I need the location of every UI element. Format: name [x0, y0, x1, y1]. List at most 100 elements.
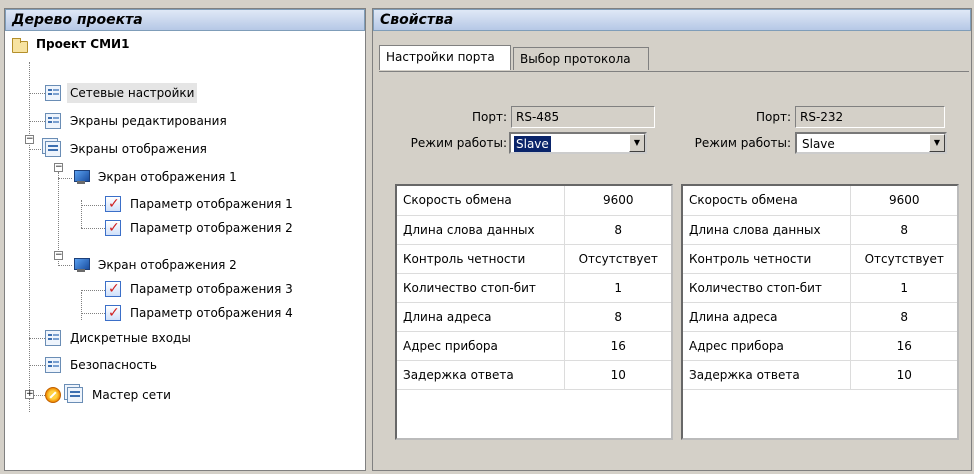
tree-item-param-1[interactable]: Параметр отображения 1 [105, 194, 296, 214]
checkbox-icon [105, 218, 121, 238]
forms-icon [67, 387, 83, 403]
tree-item-screen-1[interactable]: Экран отображения 1 [73, 167, 240, 187]
properties-header: Свойства [373, 9, 971, 31]
tree-item-param-3[interactable]: Параметр отображения 3 [105, 279, 296, 299]
right-parameters-table: Скорость обмена 9600 Длина слова данных 8 Ко… [681, 184, 959, 440]
tab-port-settings[interactable]: Настройки порта [379, 45, 511, 70]
tree-line [29, 365, 45, 366]
expand-toggle[interactable]: + [25, 390, 34, 399]
table-row[interactable]: Количество стоп-бит 1 [683, 273, 957, 303]
param-value[interactable]: 1 [850, 273, 957, 303]
tree-item-screen-2[interactable]: Экран отображения 2 [73, 255, 240, 275]
param-value[interactable]: 1 [564, 273, 671, 303]
table-row[interactable]: Задержка ответа 10 [683, 360, 957, 390]
project-tree-panel: Дерево проекта Проект СМИ1 Сетевые настр… [4, 8, 366, 471]
properties-panel: Свойства Настройки порта Выбор протокола… [372, 8, 972, 471]
port-label: Порт: [471, 110, 507, 124]
param-name: Скорость обмена [397, 186, 565, 216]
dropdown-arrow-icon[interactable]: ▼ [929, 134, 945, 152]
tree-item-security[interactable]: Безопасность [45, 355, 160, 375]
form-icon [45, 357, 61, 373]
param-name: Скорость обмена [683, 186, 851, 216]
tree-item-project[interactable]: Проект СМИ1 [11, 34, 132, 54]
tree-line [81, 228, 105, 229]
tree-item-param-2[interactable]: Параметр отображения 2 [105, 218, 296, 238]
param-value[interactable]: 8 [564, 215, 671, 245]
folder-icon [11, 36, 28, 53]
param-name: Контроль четности [683, 244, 851, 274]
port-settings-content: Порт: RS-485 Режим работы: Slave ▼ Порт:… [379, 71, 969, 469]
tree-line [81, 313, 105, 314]
mode-select[interactable]: Slave ▼ [509, 132, 647, 154]
port-label: Порт: [755, 110, 791, 124]
tree-line [29, 93, 45, 94]
left-parameters-table: Скорость обмена 9600 Длина слова данных 8 Ко… [395, 184, 673, 440]
tree-line [81, 292, 82, 320]
collapse-toggle[interactable]: − [54, 251, 63, 260]
tree-line [58, 265, 72, 266]
collapse-toggle[interactable]: − [25, 135, 34, 144]
table-row[interactable]: Количество стоп-бит 1 [397, 273, 671, 303]
tree-line [29, 149, 45, 150]
mode-label: Режим работы: [694, 136, 791, 150]
param-name: Задержка ответа [683, 360, 851, 390]
table-row[interactable]: Скорость обмена 9600 [683, 186, 957, 216]
param-name: Количество стоп-бит [683, 273, 851, 303]
table-row[interactable]: Адрес прибора 16 [397, 331, 671, 361]
tree-item-network-master[interactable]: Мастер сети [45, 385, 174, 405]
param-value[interactable]: 9600 [564, 186, 671, 216]
table-row[interactable]: Длина слова данных 8 [397, 215, 671, 245]
table-row[interactable]: Задержка ответа 10 [397, 360, 671, 390]
checkbox-icon [105, 303, 121, 323]
monitor-icon [73, 169, 90, 185]
tree-item-network-settings[interactable]: Сетевые настройки [45, 83, 198, 103]
form-icon [45, 330, 61, 346]
no-entry-icon [45, 387, 61, 403]
table-row[interactable]: Скорость обмена 9600 [397, 186, 671, 216]
mode-label: Режим работы: [410, 136, 507, 150]
param-value[interactable]: Отсутствует [850, 244, 957, 274]
param-value[interactable]: 16 [850, 331, 957, 361]
tree-item-discrete-inputs[interactable]: Дискретные входы [45, 328, 194, 348]
table-row[interactable]: Контроль четности Отсутствует [683, 244, 957, 274]
table-row[interactable]: Длина адреса 8 [397, 302, 671, 332]
param-name: Длина слова данных [683, 215, 851, 245]
tree-line [29, 62, 30, 412]
tree-line [81, 205, 105, 206]
port-field: RS-485 [511, 106, 655, 128]
param-value[interactable]: 8 [850, 302, 957, 332]
param-value[interactable]: 9600 [850, 186, 957, 216]
forms-icon [45, 141, 61, 157]
tree-line [58, 178, 72, 179]
param-name: Задержка ответа [397, 360, 565, 390]
tab-protocol-selection[interactable]: Выбор протокола [513, 47, 649, 70]
param-value[interactable]: Отсутствует [564, 244, 671, 274]
param-name: Адрес прибора [397, 331, 565, 361]
checkbox-icon [105, 279, 121, 299]
table-row[interactable]: Длина адреса 8 [683, 302, 957, 332]
param-value[interactable]: 8 [850, 215, 957, 245]
tree-item-param-4[interactable]: Параметр отображения 4 [105, 303, 296, 323]
param-value[interactable]: 16 [564, 331, 671, 361]
param-name: Длина адреса [397, 302, 565, 332]
param-name: Контроль четности [397, 244, 565, 274]
table-row[interactable]: Адрес прибора 16 [683, 331, 957, 361]
param-value[interactable]: 10 [564, 360, 671, 390]
table-row[interactable]: Контроль четности Отсутствует [397, 244, 671, 274]
tree-header: Дерево проекта [5, 9, 365, 31]
tree-item-edit-screens[interactable]: Экраны редактирования [45, 111, 230, 131]
tree-line [81, 290, 105, 291]
tree-line [29, 338, 45, 339]
mode-select[interactable]: Slave ▼ [795, 132, 947, 154]
param-name: Длина слова данных [397, 215, 565, 245]
param-name: Длина адреса [683, 302, 851, 332]
param-value[interactable]: 10 [850, 360, 957, 390]
form-icon [45, 113, 61, 129]
table-row[interactable]: Длина слова данных 8 [683, 215, 957, 245]
tree-line [29, 121, 45, 122]
tree-item-display-screens[interactable]: Экраны отображения [45, 139, 210, 159]
param-value[interactable]: 8 [564, 302, 671, 332]
checkbox-icon [105, 194, 121, 214]
collapse-toggle[interactable]: − [54, 163, 63, 172]
dropdown-arrow-icon[interactable]: ▼ [629, 134, 645, 152]
